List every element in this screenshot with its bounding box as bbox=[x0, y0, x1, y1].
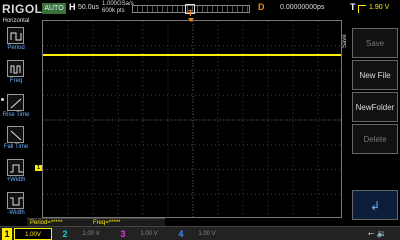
measurement-bar: Period=***** Freq=***** bbox=[27, 218, 165, 226]
status-icons: ⭠ 🔉 bbox=[368, 228, 398, 240]
delay-label: D bbox=[258, 2, 265, 12]
channel-2-number: 2 bbox=[62, 229, 68, 239]
sample-info: 1.000GSa/s 600k pts bbox=[102, 1, 134, 17]
measure-label-period: Period bbox=[7, 45, 25, 51]
brand-logo: RIGOL bbox=[2, 2, 43, 16]
measure-item-period[interactable]: Period bbox=[0, 27, 32, 57]
channel-2-scale: 1.00 V bbox=[82, 231, 100, 237]
waveform-display[interactable] bbox=[42, 20, 342, 218]
trigger-level-value: 1.90 V bbox=[369, 4, 390, 11]
menu-title: Save bbox=[342, 34, 348, 48]
channel-4[interactable]: 4 1.00 V bbox=[176, 228, 228, 240]
channel-bar: 1 1.00V 2 1.00 V 3 1.00 V 4 1.00 V ⭠ 🔉 bbox=[0, 226, 400, 240]
channel-4-number: 4 bbox=[178, 229, 184, 239]
trigger-position-marker[interactable]: T bbox=[188, 10, 193, 18]
measure-panel: Horizontal Period Freq Rise Time Fall Ti… bbox=[0, 18, 32, 226]
new-file-button[interactable]: New File bbox=[352, 60, 398, 90]
delay-value: 0.00000000ps bbox=[280, 4, 325, 11]
softkey-menu: Save Save New File NewFolder Delete ↲ bbox=[342, 18, 400, 226]
channel-4-scale: 1.00 V bbox=[198, 231, 216, 237]
rise-time-icon bbox=[7, 94, 24, 111]
channel-3-number: 3 bbox=[120, 229, 126, 239]
measure-label-positive-width: +Width bbox=[6, 177, 26, 183]
measure-panel-title: Horizontal bbox=[2, 18, 30, 24]
run-state-badge[interactable]: AUTO bbox=[42, 3, 66, 14]
measure-label-rise-time: Rise Time bbox=[2, 112, 30, 118]
graticule-grid bbox=[43, 21, 341, 217]
measure-label-fall-time: Fall Time bbox=[3, 144, 29, 150]
horizontal-timebase[interactable]: H 50.0us bbox=[69, 2, 100, 16]
measure-item-positive-width[interactable]: +Width bbox=[0, 159, 32, 189]
top-status-bar: RIGOL AUTO H 50.0us 1.000GSa/s 600k pts … bbox=[0, 0, 400, 18]
measure-item-freq[interactable]: Freq bbox=[0, 60, 32, 90]
measure-label-freq: Freq bbox=[9, 78, 23, 84]
channel-1-scale: 1.00V bbox=[14, 228, 52, 240]
trigger-position-arrow-icon bbox=[188, 18, 194, 22]
measure-item-fall-time[interactable]: Fall Time bbox=[0, 126, 32, 156]
fall-time-icon bbox=[7, 126, 24, 143]
new-folder-button[interactable]: NewFolder bbox=[352, 92, 398, 122]
measure-item-rise-time[interactable]: Rise Time bbox=[0, 94, 32, 124]
return-button[interactable]: ↲ bbox=[352, 190, 398, 220]
channel-3-scale: 1.00 V bbox=[140, 231, 158, 237]
channel1-offset-marker[interactable]: 1 bbox=[35, 165, 42, 171]
trigger-label: T bbox=[350, 2, 356, 12]
return-arrow-icon: ↲ bbox=[369, 199, 381, 213]
measure-label-negative-width: -Width bbox=[7, 210, 25, 216]
usb-icon: ⭠ bbox=[368, 229, 375, 238]
channel-3[interactable]: 3 1.00 V bbox=[118, 228, 170, 240]
rising-edge-icon bbox=[358, 5, 366, 13]
channel-1[interactable]: 1 1.00V bbox=[2, 228, 54, 240]
negative-width-icon bbox=[7, 192, 24, 209]
memory-depth: 600k pts bbox=[102, 8, 125, 14]
delete-button[interactable]: Delete bbox=[352, 124, 398, 154]
channel-2[interactable]: 2 1.00 V bbox=[60, 228, 112, 240]
speaker-icon: 🔉 bbox=[376, 229, 387, 238]
positive-width-icon bbox=[7, 159, 24, 176]
save-button[interactable]: Save bbox=[352, 28, 398, 58]
horizontal-label: H bbox=[69, 2, 76, 12]
timebase-value: 50.0us bbox=[78, 4, 100, 11]
sample-rate: 1.000GSa/s bbox=[102, 1, 134, 7]
frequency-icon bbox=[7, 60, 24, 77]
horizontal-delay[interactable]: D 0.00000000ps bbox=[258, 2, 348, 16]
channel-1-number: 1 bbox=[2, 228, 12, 240]
period-icon bbox=[7, 27, 24, 44]
trigger-status[interactable]: T 1.90 V bbox=[350, 2, 400, 16]
